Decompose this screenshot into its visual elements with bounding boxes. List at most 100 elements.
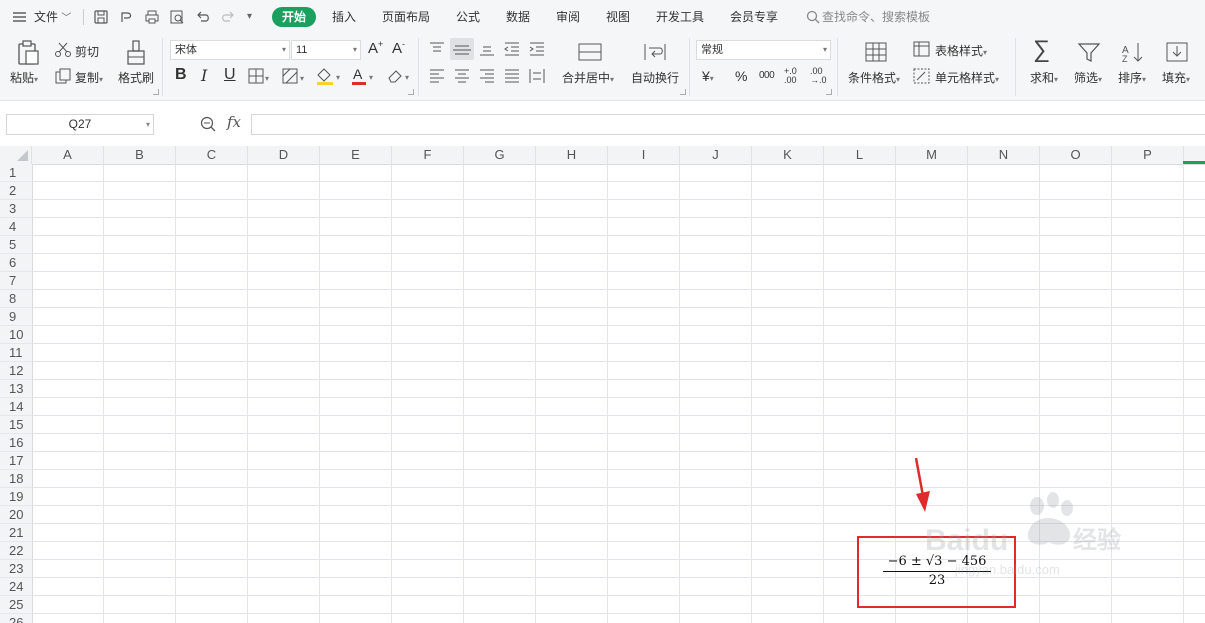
increase-font-icon[interactable]: A+ (368, 39, 383, 57)
sort-button[interactable]: 排序▾ (1118, 69, 1146, 86)
tab-insert[interactable]: 插入 (332, 0, 356, 34)
filter-button[interactable]: 筛选▾ (1074, 69, 1102, 86)
copy-button[interactable]: 复制▾ (75, 69, 103, 86)
formula-input[interactable] (251, 114, 1205, 135)
quick-access-more-icon[interactable]: ▾ (247, 0, 252, 34)
align-center-icon[interactable] (453, 68, 471, 84)
table-style-button[interactable]: 表格样式▾ (935, 42, 987, 59)
cell-style-button[interactable]: 单元格样式▾ (935, 69, 999, 86)
cell-style-icon[interactable] (913, 68, 931, 84)
italic-icon[interactable]: I (201, 66, 207, 85)
row-header[interactable]: 23 (0, 560, 32, 578)
underline-icon[interactable]: U (224, 66, 236, 84)
column-header[interactable]: M (896, 146, 968, 164)
insert-function-icon[interactable]: fx (227, 113, 241, 131)
name-box[interactable]: Q27 ▾ (6, 114, 154, 135)
align-bottom-icon[interactable] (478, 41, 496, 57)
row-header[interactable]: 21 (0, 524, 32, 542)
row-header[interactable]: 12 (0, 362, 32, 380)
tab-start[interactable]: 开始 (272, 7, 316, 27)
select-all-corner[interactable] (0, 146, 32, 164)
align-middle-button[interactable] (450, 38, 474, 60)
tab-view[interactable]: 视图 (606, 0, 630, 34)
number-launcher[interactable] (826, 89, 832, 95)
clipboard-launcher[interactable] (153, 89, 159, 95)
tab-developer[interactable]: 开发工具 (656, 0, 704, 34)
row-header[interactable]: 5 (0, 236, 32, 254)
thousands-button[interactable]: 000 (759, 70, 775, 81)
row-header[interactable]: 4 (0, 218, 32, 236)
zoom-icon[interactable] (199, 115, 217, 133)
row-header[interactable]: 1 (0, 164, 32, 182)
scissors-icon[interactable] (54, 41, 72, 59)
fill-down-icon[interactable] (1165, 41, 1189, 63)
font-size-select[interactable]: 11 ▾ (291, 40, 361, 60)
alignment-launcher[interactable] (680, 89, 686, 95)
column-header[interactable]: J (680, 146, 752, 164)
row-header[interactable]: 20 (0, 506, 32, 524)
align-right-icon[interactable] (478, 68, 496, 84)
row-header[interactable]: 6 (0, 254, 32, 272)
column-header[interactable]: P (1112, 146, 1184, 164)
row-header[interactable]: 8 (0, 290, 32, 308)
fill-button[interactable]: 填充▾ (1162, 69, 1190, 86)
column-header[interactable]: L (824, 146, 896, 164)
cut-button[interactable]: 剪切 (75, 43, 99, 60)
row-header[interactable]: 25 (0, 596, 32, 614)
tab-page-layout[interactable]: 页面布局 (382, 0, 430, 34)
font-launcher[interactable] (408, 89, 414, 95)
decrease-indent-icon[interactable] (503, 41, 521, 57)
print-icon[interactable] (144, 9, 160, 25)
decrease-font-icon[interactable]: A- (392, 39, 405, 57)
row-header[interactable]: 19 (0, 488, 32, 506)
row-header[interactable]: 10 (0, 326, 32, 344)
row-header[interactable]: 17 (0, 452, 32, 470)
row-header[interactable]: 16 (0, 434, 32, 452)
sort-icon[interactable]: AZ (1121, 41, 1145, 63)
align-left-icon[interactable] (428, 68, 446, 84)
fill-pattern-icon[interactable]: ▾ (282, 67, 308, 85)
increase-indent-icon[interactable] (528, 41, 546, 57)
currency-button[interactable]: ¥▾ (702, 68, 714, 84)
row-header[interactable]: 14 (0, 398, 32, 416)
justify-icon[interactable] (503, 68, 521, 84)
paste-button[interactable]: 粘贴▾ (10, 69, 38, 86)
export-icon[interactable] (119, 9, 135, 25)
tab-review[interactable]: 审阅 (556, 0, 580, 34)
column-header[interactable]: O (1040, 146, 1112, 164)
format-painter-button[interactable]: 格式刷 (118, 69, 154, 86)
column-header[interactable]: D (248, 146, 320, 164)
column-header[interactable]: I (608, 146, 680, 164)
copy-icon[interactable] (54, 67, 72, 85)
row-header[interactable]: 13 (0, 380, 32, 398)
undo-icon[interactable] (195, 9, 211, 25)
merge-center-button[interactable]: 合并居中▾ (562, 69, 614, 86)
save-icon[interactable] (93, 9, 109, 25)
filter-icon[interactable] (1077, 41, 1101, 63)
row-header[interactable]: 18 (0, 470, 32, 488)
sum-icon[interactable]: ∑ (1033, 36, 1050, 64)
row-header[interactable]: 22 (0, 542, 32, 560)
font-color-icon[interactable]: A ▾ (350, 66, 380, 86)
row-header[interactable]: 15 (0, 416, 32, 434)
row-header[interactable]: 11 (0, 344, 32, 362)
percent-button[interactable]: % (735, 68, 747, 84)
hamburger-icon[interactable] (12, 0, 28, 34)
wrap-text-icon[interactable] (642, 41, 668, 63)
column-header[interactable]: A (32, 146, 104, 164)
clear-format-icon[interactable]: ▾ (385, 66, 415, 86)
wrap-text-button[interactable]: 自动换行 (631, 69, 679, 86)
conditional-format-icon[interactable] (864, 41, 888, 63)
merge-center-icon[interactable] (577, 41, 603, 63)
search-icon[interactable] (805, 9, 821, 25)
tab-member[interactable]: 会员专享 (730, 0, 778, 34)
align-top-icon[interactable] (428, 41, 446, 57)
distributed-align-icon[interactable] (528, 68, 546, 84)
number-format-select[interactable]: 常规 ▾ (696, 40, 831, 60)
column-header[interactable]: N (968, 146, 1040, 164)
table-style-icon[interactable] (913, 41, 931, 57)
decrease-decimal-button[interactable]: .00 →.0 (810, 67, 828, 85)
command-search[interactable]: 查找命令、搜索模板 (822, 0, 930, 34)
paste-icon[interactable] (16, 40, 40, 66)
row-header[interactable]: 9 (0, 308, 32, 326)
